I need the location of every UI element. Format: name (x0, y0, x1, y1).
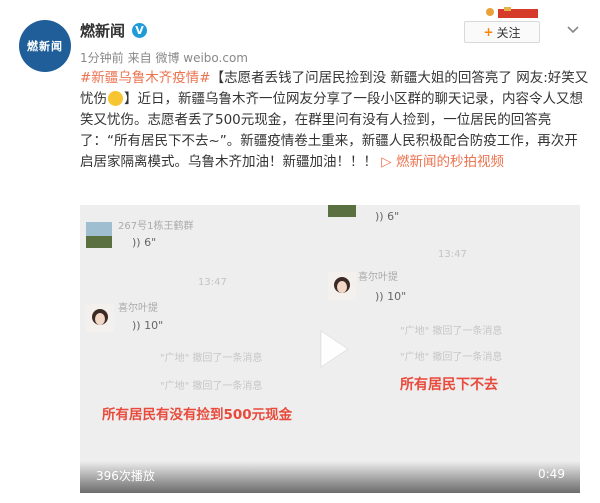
sender-name: 喜尔叶提 (358, 272, 398, 283)
voice-duration: 6" (144, 236, 157, 249)
play-count: 396次播放 (96, 469, 155, 483)
sender-avatar-image (86, 304, 114, 332)
avatar[interactable]: 燃新闻 (19, 20, 71, 72)
video-link-icon: ▷ (381, 154, 392, 170)
author-name[interactable]: 燃新闻 (80, 20, 125, 41)
video-duration: 0:49 (538, 467, 565, 481)
crying-laughing-emoji-icon (108, 91, 123, 106)
sender-avatar-image (328, 272, 356, 300)
voice-duration: 6" (387, 210, 400, 223)
follow-label: 关注 (496, 25, 521, 40)
recall-notice: "广地" 撤回了一条消息 (400, 326, 503, 337)
group-thumbnail-image (86, 222, 112, 248)
plus-icon: + (483, 25, 494, 39)
recall-notice: "广地" 撤回了一条消息 (400, 352, 503, 363)
voice-duration: 10" (144, 319, 164, 332)
voice-message-3: )) 10" (132, 319, 164, 332)
play-icon[interactable] (310, 327, 354, 371)
sender-name: 喜尔叶提 (118, 303, 158, 314)
video-player[interactable]: 267号1栋王鹤群 )) 6" 13:47 喜尔叶提 )) 10" "广地" 撤… (80, 205, 580, 493)
timestamp: 13:47 (198, 277, 227, 288)
decorative-banner-icon (486, 7, 538, 18)
video-caption-left: 所有居民有没有捡到500元现金 (102, 407, 293, 423)
recall-notice: "广地" 撤回了一条消息 (160, 353, 263, 364)
voice-message-1: )) 6" (132, 236, 157, 249)
avatar-text: 燃新闻 (27, 40, 63, 53)
timestamp: 13:47 (438, 249, 467, 260)
group-thumbnail-image (328, 205, 356, 217)
voice-duration: 10" (387, 290, 407, 303)
recall-notice: "广地" 撤回了一条消息 (160, 381, 263, 392)
post-time[interactable]: 1分钟前 (80, 51, 124, 65)
video-control-bar (80, 461, 580, 493)
post-meta: 1分钟前 来自 微博 weibo.com (80, 49, 248, 66)
group-name: 267号1栋王鹤群 (118, 221, 194, 232)
follow-button[interactable]: + 关注 (464, 21, 540, 43)
post-text: #新疆乌鲁木齐疫情#【志愿者丢钱了问居民捡到没 新疆大姐的回答亮了 网友:好笑又… (80, 68, 590, 173)
hashtag-link[interactable]: #新疆乌鲁木齐疫情# (80, 70, 211, 86)
voice-message-4: )) 10" (375, 290, 407, 303)
video-caption-right: 所有居民下不去 (400, 377, 498, 393)
chevron-down-icon[interactable] (566, 22, 580, 36)
video-link[interactable]: 燃新闻的秒拍视频 (396, 154, 504, 170)
post-source[interactable]: 来自 微博 weibo.com (128, 51, 248, 65)
verified-v-icon: V (132, 23, 147, 38)
post-text-part2: 】近日，新疆乌鲁木齐一位网友分享了一段小区群的聊天记录，内容令人又想笑又忧伤。志… (80, 91, 583, 170)
voice-message-2: )) 6" (375, 210, 400, 223)
